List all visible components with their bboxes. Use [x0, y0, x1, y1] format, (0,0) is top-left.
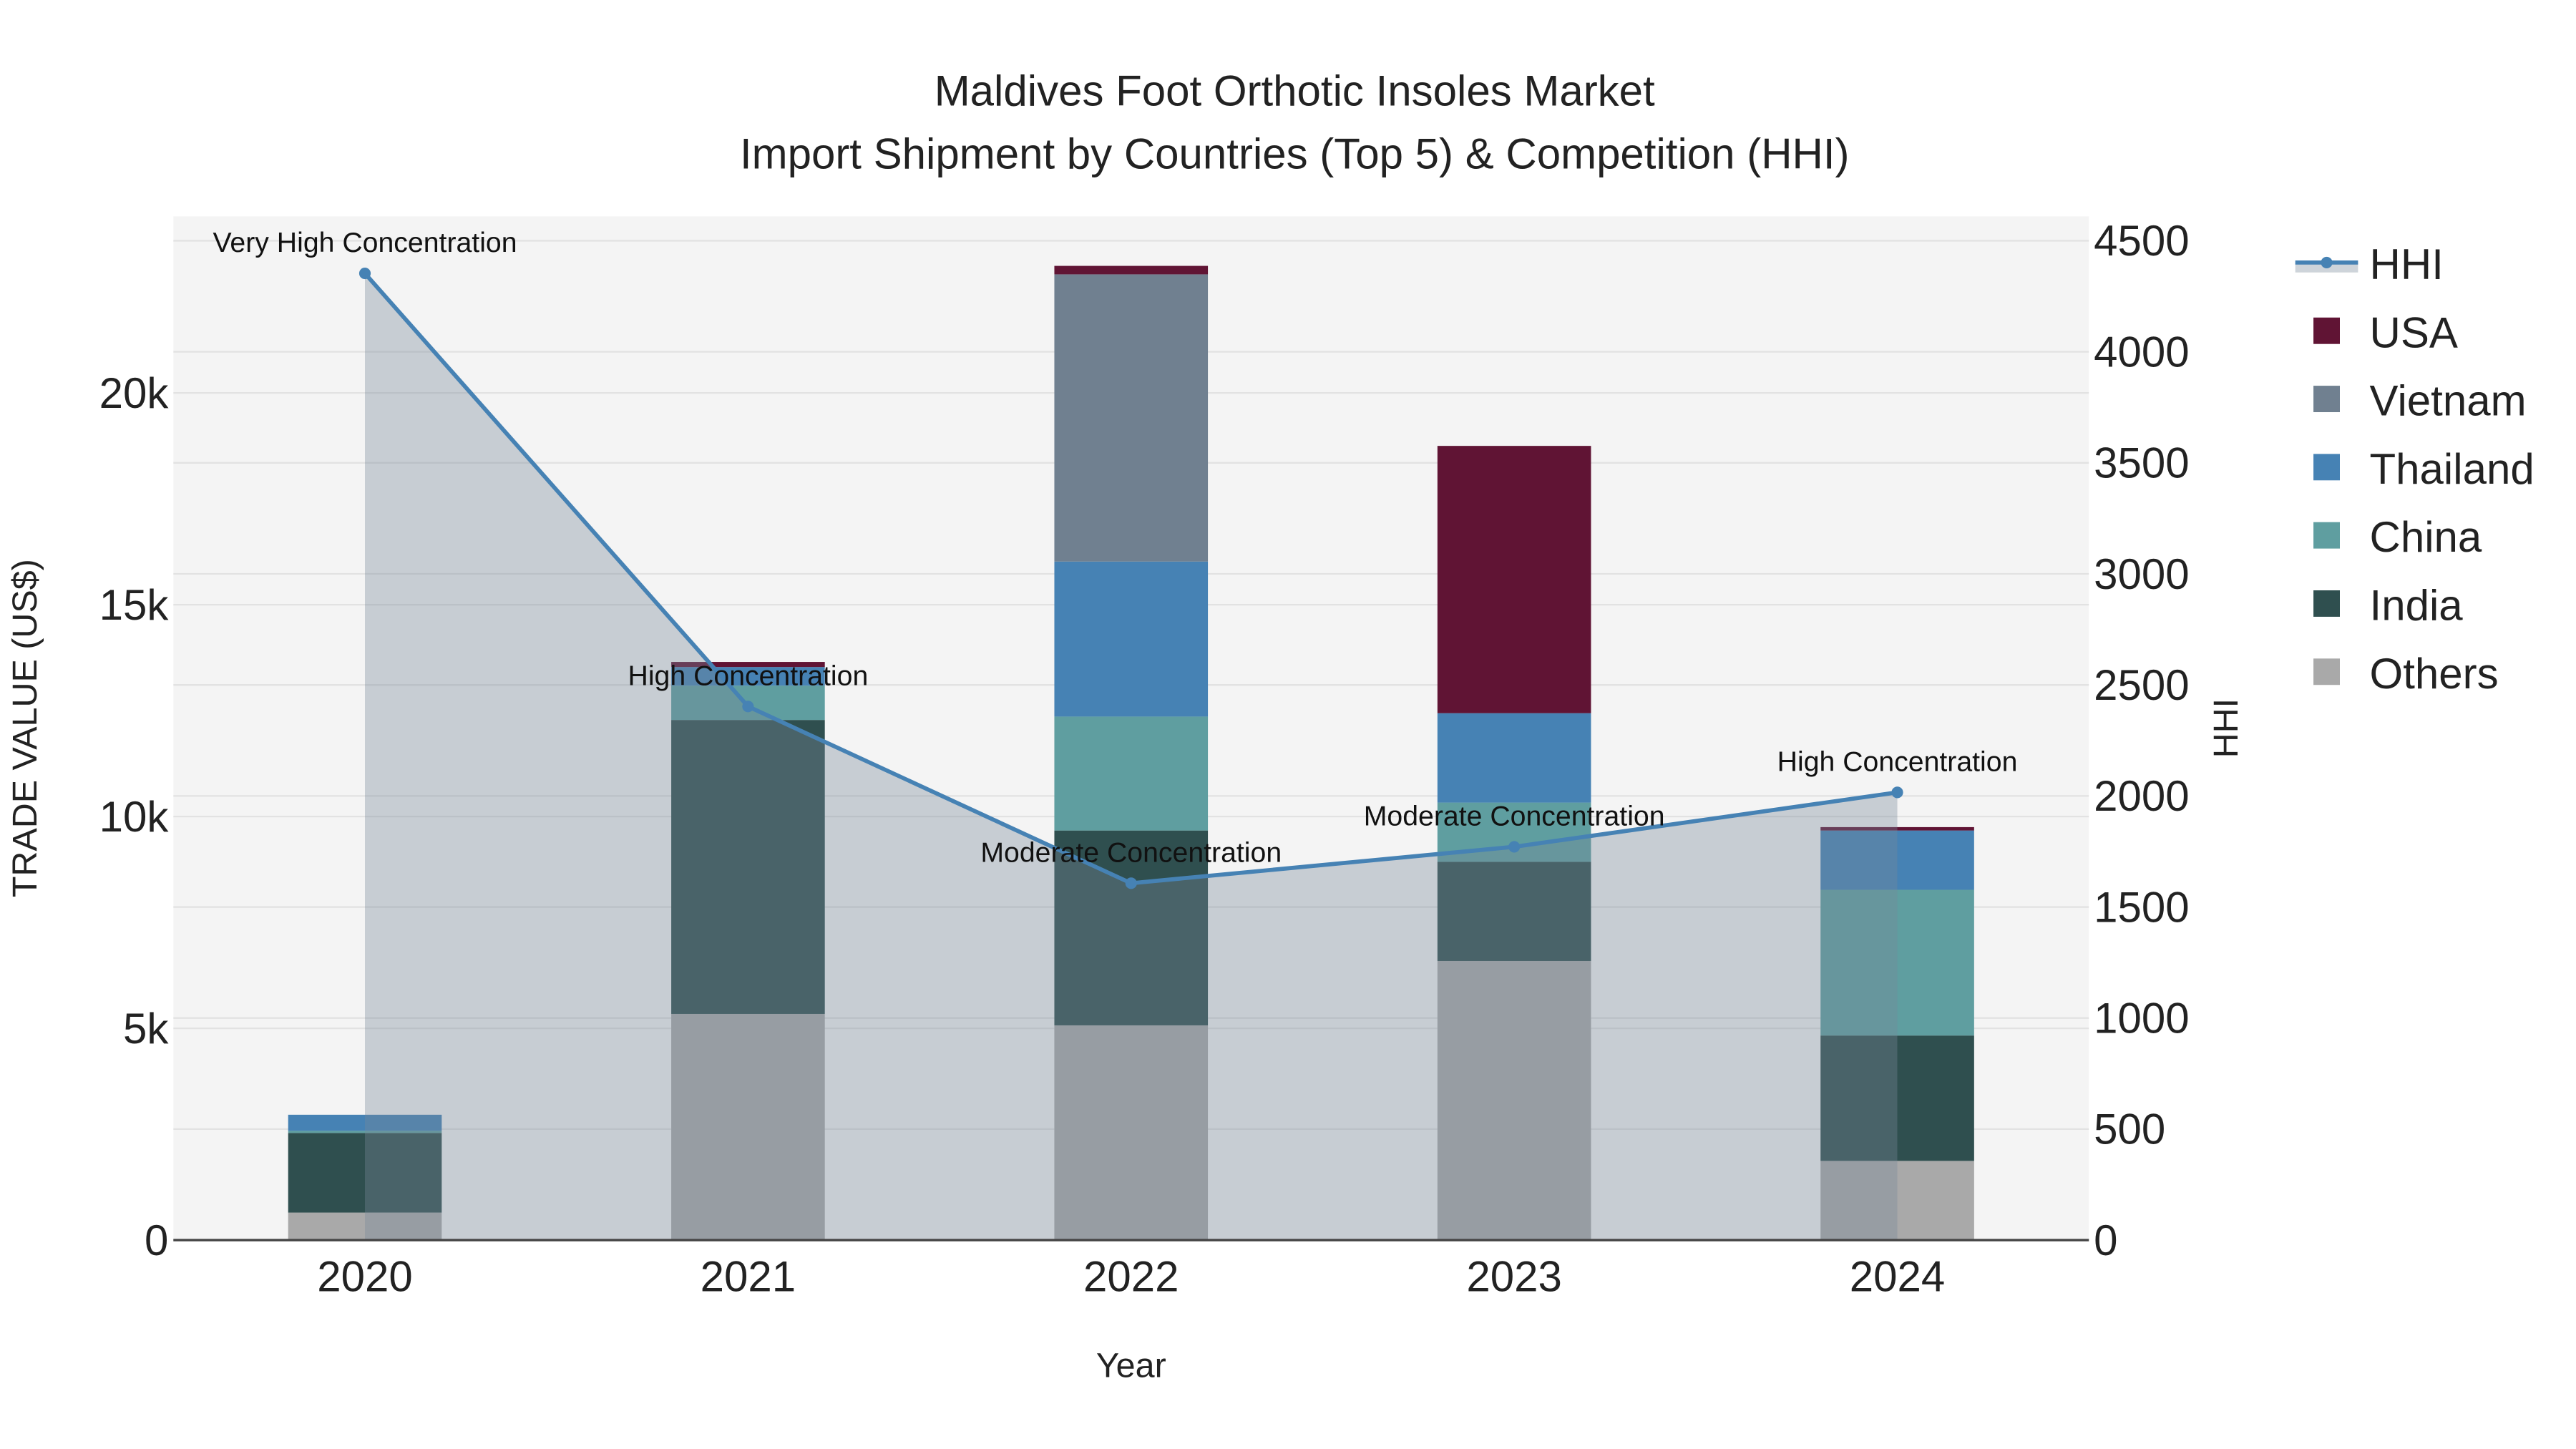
legend-label: China	[2370, 513, 2482, 561]
legend-swatch	[2313, 522, 2340, 549]
legend-label: Thailand	[2370, 445, 2534, 493]
legend-label: USA	[2370, 308, 2458, 356]
x-tick-label: 2024	[1850, 1253, 1945, 1301]
y2-tick-label: 1000	[2094, 994, 2189, 1042]
y-tick-label: 0	[145, 1216, 168, 1264]
y2-tick-label: 3000	[2094, 550, 2189, 598]
y2-tick-label: 4000	[2094, 328, 2189, 376]
hhi-point	[358, 267, 371, 280]
legend-swatch	[2313, 317, 2340, 344]
legend-item-vietnam[interactable]: Vietnam	[2313, 377, 2527, 425]
legend-label: India	[2370, 582, 2464, 630]
y-tick-label: 15k	[99, 581, 170, 629]
y2-tick-label: 1500	[2094, 883, 2189, 931]
y-tick-label: 20k	[99, 369, 170, 417]
hhi-annotation: High Concentration	[628, 660, 869, 691]
bar-thailand-2023	[1437, 713, 1591, 803]
bar-usa-2023	[1437, 446, 1591, 713]
hhi-annotation: Moderate Concentration	[980, 836, 1282, 868]
y2-tick-label: 3500	[2094, 439, 2189, 487]
y2-axis-label: HHI	[2207, 698, 2245, 758]
legend-item-usa[interactable]: USA	[2313, 308, 2458, 356]
bar-usa-2022	[1054, 265, 1209, 275]
hhi-point	[1125, 877, 1137, 889]
x-tick-label: 2022	[1083, 1253, 1179, 1301]
hhi-point	[1508, 841, 1521, 853]
y-tick-label: 5k	[123, 1005, 169, 1053]
chart-subtitle: Import Shipment by Countries (Top 5) & C…	[740, 130, 1850, 177]
legend-item-thailand[interactable]: Thailand	[2313, 445, 2534, 493]
y2-tick-label: 4500	[2094, 217, 2189, 265]
legend-item-others[interactable]: Others	[2313, 650, 2499, 698]
legend-item-china[interactable]: China	[2313, 513, 2482, 561]
legend-item-hhi[interactable]: HHI	[2295, 240, 2444, 288]
y-tick-label: 10k	[99, 793, 170, 841]
y2-tick-label: 500	[2094, 1106, 2165, 1153]
legend-swatch	[2313, 454, 2340, 481]
bar-vietnam-2022	[1054, 274, 1209, 562]
y2-tick-label: 2000	[2094, 772, 2189, 820]
legend-label: HHI	[2370, 240, 2444, 288]
y2-tick-label: 2500	[2094, 661, 2189, 709]
hhi-point	[742, 701, 754, 713]
x-tick-label: 2023	[1466, 1253, 1561, 1301]
y2-tick-label: 0	[2094, 1216, 2117, 1264]
legend-swatch	[2313, 658, 2340, 686]
legend: HHI USA Vietnam Thailand China India Others	[2295, 240, 2534, 698]
bar-thailand-2022	[1054, 561, 1209, 717]
legend-hhi-marker	[2321, 256, 2333, 268]
x-axis-label: Year	[1096, 1347, 1166, 1385]
legend-label: Others	[2370, 650, 2499, 698]
y-axis-label: TRADE VALUE (US$)	[6, 559, 44, 897]
bar-china-2022	[1054, 716, 1209, 831]
hhi-annotation: High Concentration	[1777, 746, 2018, 777]
chart-title: Maldives Foot Orthotic Insoles Market	[935, 67, 1655, 115]
legend-item-india[interactable]: India	[2313, 582, 2463, 630]
chart: Maldives Foot Orthotic Insoles Market Im…	[6, 67, 2534, 1385]
legend-label: Vietnam	[2370, 377, 2527, 425]
legend-swatch	[2313, 386, 2340, 412]
legend-swatch	[2313, 590, 2340, 617]
x-tick-label: 2021	[701, 1253, 796, 1301]
x-tick-label: 2020	[317, 1253, 412, 1301]
hhi-annotation: Moderate Concentration	[1364, 800, 1665, 831]
hhi-point	[1891, 786, 1903, 799]
hhi-annotation: Very High Concentration	[213, 227, 517, 258]
